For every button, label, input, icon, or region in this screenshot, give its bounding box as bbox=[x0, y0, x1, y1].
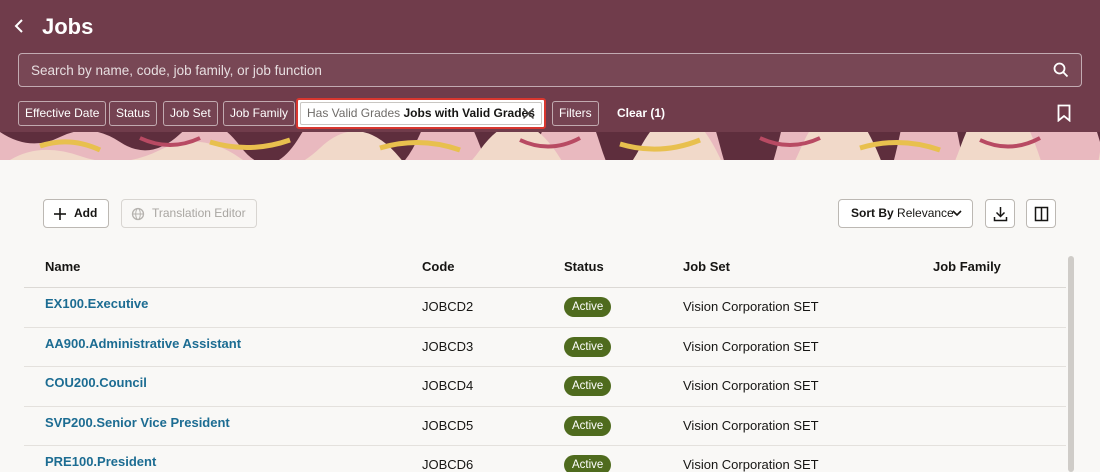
job-code: JOBCD5 bbox=[422, 417, 474, 433]
content-area: Add Translation Editor Sort By Relevance bbox=[0, 160, 1100, 472]
download-icon bbox=[993, 207, 1008, 222]
filter-chip-job-family[interactable]: Job Family bbox=[223, 101, 296, 126]
translation-editor-button[interactable]: Translation Editor bbox=[121, 199, 257, 228]
table-row[interactable]: SVP200.Senior Vice President JOBCD5 Acti… bbox=[24, 407, 1066, 446]
scrollbar-thumb[interactable] bbox=[1068, 256, 1074, 472]
column-header-status[interactable]: Status bbox=[564, 259, 604, 274]
job-set: Vision Corporation SET bbox=[683, 299, 819, 314]
sort-prefix: Sort By bbox=[851, 206, 894, 220]
filter-chip-job-set[interactable]: Job Set bbox=[163, 101, 218, 126]
search-icon[interactable] bbox=[1053, 62, 1069, 78]
page-header: Jobs Effective Date Status Job Set Job F… bbox=[0, 0, 1100, 132]
columns-button[interactable] bbox=[1026, 199, 1056, 228]
job-name-link[interactable]: COU200.Council bbox=[45, 375, 147, 390]
columns-icon bbox=[1034, 206, 1049, 222]
add-button[interactable]: Add bbox=[43, 199, 109, 228]
column-header-job-family[interactable]: Job Family bbox=[933, 259, 1001, 274]
job-code: JOBCD6 bbox=[422, 457, 474, 472]
filter-chip-status[interactable]: Status bbox=[109, 101, 158, 126]
active-filter-value: Jobs with Valid Grades bbox=[403, 106, 535, 120]
search-box[interactable] bbox=[18, 53, 1082, 87]
table-row[interactable]: COU200.Council JOBCD4 Active Vision Corp… bbox=[24, 367, 1066, 407]
status-badge: Active bbox=[564, 297, 612, 317]
job-name-link[interactable]: AA900.Administrative Assistant bbox=[45, 336, 241, 351]
decorative-pattern bbox=[0, 132, 1100, 160]
page-title: Jobs bbox=[42, 14, 94, 39]
sort-dropdown[interactable]: Sort By Relevance bbox=[838, 199, 973, 228]
table-row[interactable]: EX100.Executive JOBCD2 Active Vision Cor… bbox=[24, 288, 1066, 328]
column-header-name[interactable]: Name bbox=[45, 259, 80, 274]
filter-chip-effective-date[interactable]: Effective Date bbox=[18, 101, 107, 126]
search-input[interactable] bbox=[19, 54, 1039, 86]
job-name-link[interactable]: EX100.Executive bbox=[45, 296, 148, 311]
active-filter-highlight: Has Valid Grades Jobs with Valid Grades bbox=[296, 98, 546, 129]
globe-icon bbox=[131, 207, 145, 221]
job-set: Vision Corporation SET bbox=[683, 417, 819, 433]
status-badge: Active bbox=[564, 455, 612, 472]
sort-value: Relevance bbox=[897, 206, 954, 220]
job-name-link[interactable]: PRE100.President bbox=[45, 454, 156, 469]
job-set: Vision Corporation SET bbox=[683, 457, 819, 472]
chevron-down-icon bbox=[952, 210, 962, 217]
decorative-banner bbox=[0, 132, 1100, 160]
close-icon[interactable] bbox=[522, 107, 535, 120]
status-badge: Active bbox=[564, 415, 612, 436]
job-set: Vision Corporation SET bbox=[683, 378, 819, 393]
active-filter-label: Has Valid Grades bbox=[307, 106, 401, 120]
add-button-label: Add bbox=[74, 206, 98, 220]
active-filter-chip[interactable]: Has Valid Grades Jobs with Valid Grades bbox=[300, 102, 542, 125]
clear-filters-link[interactable]: Clear (1) bbox=[617, 106, 665, 120]
table-header: Name Code Status Job Set Job Family bbox=[24, 246, 1066, 288]
column-header-job-set[interactable]: Job Set bbox=[683, 259, 730, 274]
job-set: Vision Corporation SET bbox=[683, 338, 819, 354]
status-badge: Active bbox=[564, 376, 612, 396]
bookmark-icon[interactable] bbox=[1057, 104, 1071, 122]
status-badge: Active bbox=[564, 336, 612, 357]
table-scrollbar[interactable] bbox=[1068, 246, 1074, 472]
column-header-code[interactable]: Code bbox=[422, 259, 455, 274]
job-code: JOBCD2 bbox=[422, 299, 474, 314]
jobs-table: Name Code Status Job Set Job Family EX10… bbox=[24, 246, 1066, 472]
job-code: JOBCD4 bbox=[422, 378, 474, 393]
job-code: JOBCD3 bbox=[422, 338, 474, 354]
back-icon[interactable] bbox=[14, 18, 32, 38]
filters-button[interactable]: Filters bbox=[552, 101, 599, 126]
job-name-link[interactable]: SVP200.Senior Vice President bbox=[45, 415, 230, 430]
table-row[interactable]: AA900.Administrative Assistant JOBCD3 Ac… bbox=[24, 328, 1066, 367]
translation-editor-label: Translation Editor bbox=[152, 206, 246, 220]
table-row[interactable]: PRE100.President JOBCD6 Active Vision Co… bbox=[24, 446, 1066, 472]
plus-icon bbox=[54, 208, 66, 220]
download-button[interactable] bbox=[985, 199, 1015, 228]
